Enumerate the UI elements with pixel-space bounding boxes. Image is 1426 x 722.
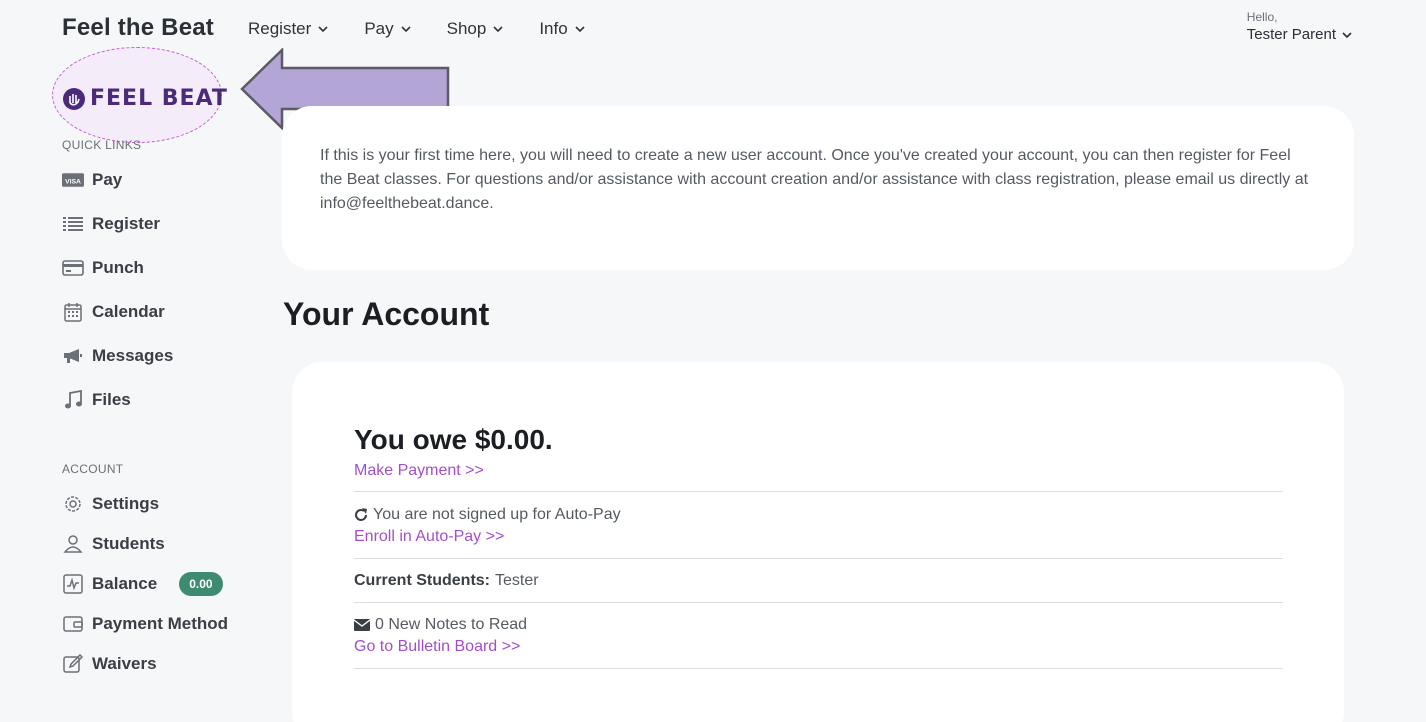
nav-shop[interactable]: Shop bbox=[447, 19, 504, 39]
top-bar: Feel the Beat Register Pay Shop Info Hel… bbox=[0, 0, 1426, 60]
nav-shop-label: Shop bbox=[446, 19, 487, 38]
logo-text: FEEL BEAT bbox=[90, 86, 228, 111]
balance-badge: 0.00 bbox=[179, 572, 223, 596]
info-card: If this is your first time here, you wil… bbox=[282, 106, 1354, 270]
nav-pay[interactable]: Pay bbox=[364, 19, 411, 39]
main-nav: Register Pay Shop Info bbox=[248, 19, 621, 39]
sidebar-item-label: Calendar bbox=[92, 302, 165, 321]
sidebar-item-label: Settings bbox=[92, 494, 160, 513]
user-menu[interactable]: Hello, Tester Parent bbox=[1247, 10, 1352, 43]
nav-info[interactable]: Info bbox=[539, 19, 585, 39]
sidebar-item-punch[interactable]: Punch bbox=[62, 246, 262, 290]
gear-icon bbox=[62, 493, 84, 515]
brand-title[interactable]: Feel the Beat bbox=[62, 14, 214, 42]
sidebar-item-pay[interactable]: VISA Pay bbox=[62, 158, 262, 202]
info-text: If this is your first time here, you wil… bbox=[320, 147, 1309, 212]
amount-owed: You owe $0.00. bbox=[354, 424, 553, 455]
make-payment-link[interactable]: Make Payment >> bbox=[354, 462, 484, 480]
credit-card-icon bbox=[62, 257, 84, 279]
sidebar-item-students[interactable]: Students bbox=[62, 524, 262, 564]
chevron-down-icon bbox=[493, 26, 503, 33]
account-card: You owe $0.00. Make Payment >> You are n… bbox=[292, 362, 1344, 722]
sidebar-item-label: Balance bbox=[92, 574, 158, 593]
chart-icon bbox=[62, 573, 84, 595]
page-title: Your Account bbox=[283, 296, 490, 332]
chevron-down-icon bbox=[575, 26, 585, 33]
wallet-icon bbox=[62, 613, 84, 635]
sidebar-item-calendar[interactable]: Calendar bbox=[62, 290, 262, 334]
quick-links-title: QUICK LINKS bbox=[62, 138, 142, 152]
user-name-label: Tester Parent bbox=[1246, 26, 1336, 43]
envelope-icon bbox=[354, 619, 370, 631]
chevron-down-icon bbox=[318, 26, 328, 33]
user-icon bbox=[62, 533, 84, 555]
sidebar: QUICK LINKS VISA Pay Register Punch Calen… bbox=[62, 138, 262, 684]
list-icon bbox=[62, 213, 84, 235]
notes-count: 0 New Notes to Read bbox=[354, 616, 1283, 634]
sidebar-item-label: Pay bbox=[92, 170, 123, 189]
nav-pay-label: Pay bbox=[364, 19, 394, 38]
hand-logo-icon bbox=[63, 87, 85, 110]
sidebar-item-messages[interactable]: Messages bbox=[62, 334, 262, 378]
chevron-down-icon bbox=[401, 26, 411, 33]
sidebar-item-label: Payment Method bbox=[92, 614, 229, 633]
sidebar-item-waivers[interactable]: Waivers bbox=[62, 644, 262, 684]
current-students: Current Students: Tester bbox=[354, 572, 1283, 590]
autopay-status-text: You are not signed up for Auto-Pay bbox=[373, 506, 621, 523]
current-students-label: Current Students: bbox=[354, 572, 490, 589]
nav-info-label: Info bbox=[539, 19, 568, 38]
visa-card-icon: VISA bbox=[62, 169, 84, 191]
enroll-autopay-link[interactable]: Enroll in Auto-Pay >> bbox=[354, 528, 504, 546]
sidebar-item-payment-method[interactable]: Payment Method bbox=[62, 604, 262, 644]
sidebar-item-register[interactable]: Register bbox=[62, 202, 262, 246]
calendar-icon bbox=[62, 301, 84, 323]
sidebar-item-files[interactable]: Files bbox=[62, 378, 262, 422]
current-students-value: Tester bbox=[495, 572, 539, 589]
megaphone-icon bbox=[62, 345, 84, 367]
sidebar-item-label: Punch bbox=[92, 258, 144, 277]
chevron-down-icon bbox=[1342, 31, 1352, 38]
sidebar-item-settings[interactable]: Settings bbox=[62, 484, 262, 524]
sidebar-item-balance[interactable]: Balance 0.00 bbox=[62, 564, 262, 604]
sidebar-item-label: Files bbox=[92, 390, 131, 409]
sidebar-item-label: Messages bbox=[92, 346, 174, 365]
sidebar-item-label: Students bbox=[92, 534, 165, 553]
hello-text: Hello, bbox=[1246, 10, 1278, 24]
svg-text:VISA: VISA bbox=[65, 178, 81, 185]
nav-register-label: Register bbox=[248, 19, 312, 38]
nav-register[interactable]: Register bbox=[248, 19, 328, 39]
account-title: ACCOUNT bbox=[62, 462, 124, 476]
notes-text: 0 New Notes to Read bbox=[375, 616, 528, 633]
sidebar-item-label: Waivers bbox=[92, 654, 157, 673]
edit-icon bbox=[62, 653, 84, 675]
refresh-icon bbox=[355, 508, 367, 521]
bulletin-board-link[interactable]: Go to Bulletin Board >> bbox=[354, 638, 520, 656]
logo[interactable]: FEEL BEAT bbox=[62, 86, 228, 111]
autopay-status: You are not signed up for Auto-Pay bbox=[354, 506, 1283, 524]
music-note-icon bbox=[62, 389, 84, 411]
sidebar-item-label: Register bbox=[92, 214, 161, 233]
user-name: Tester Parent bbox=[1247, 26, 1352, 43]
